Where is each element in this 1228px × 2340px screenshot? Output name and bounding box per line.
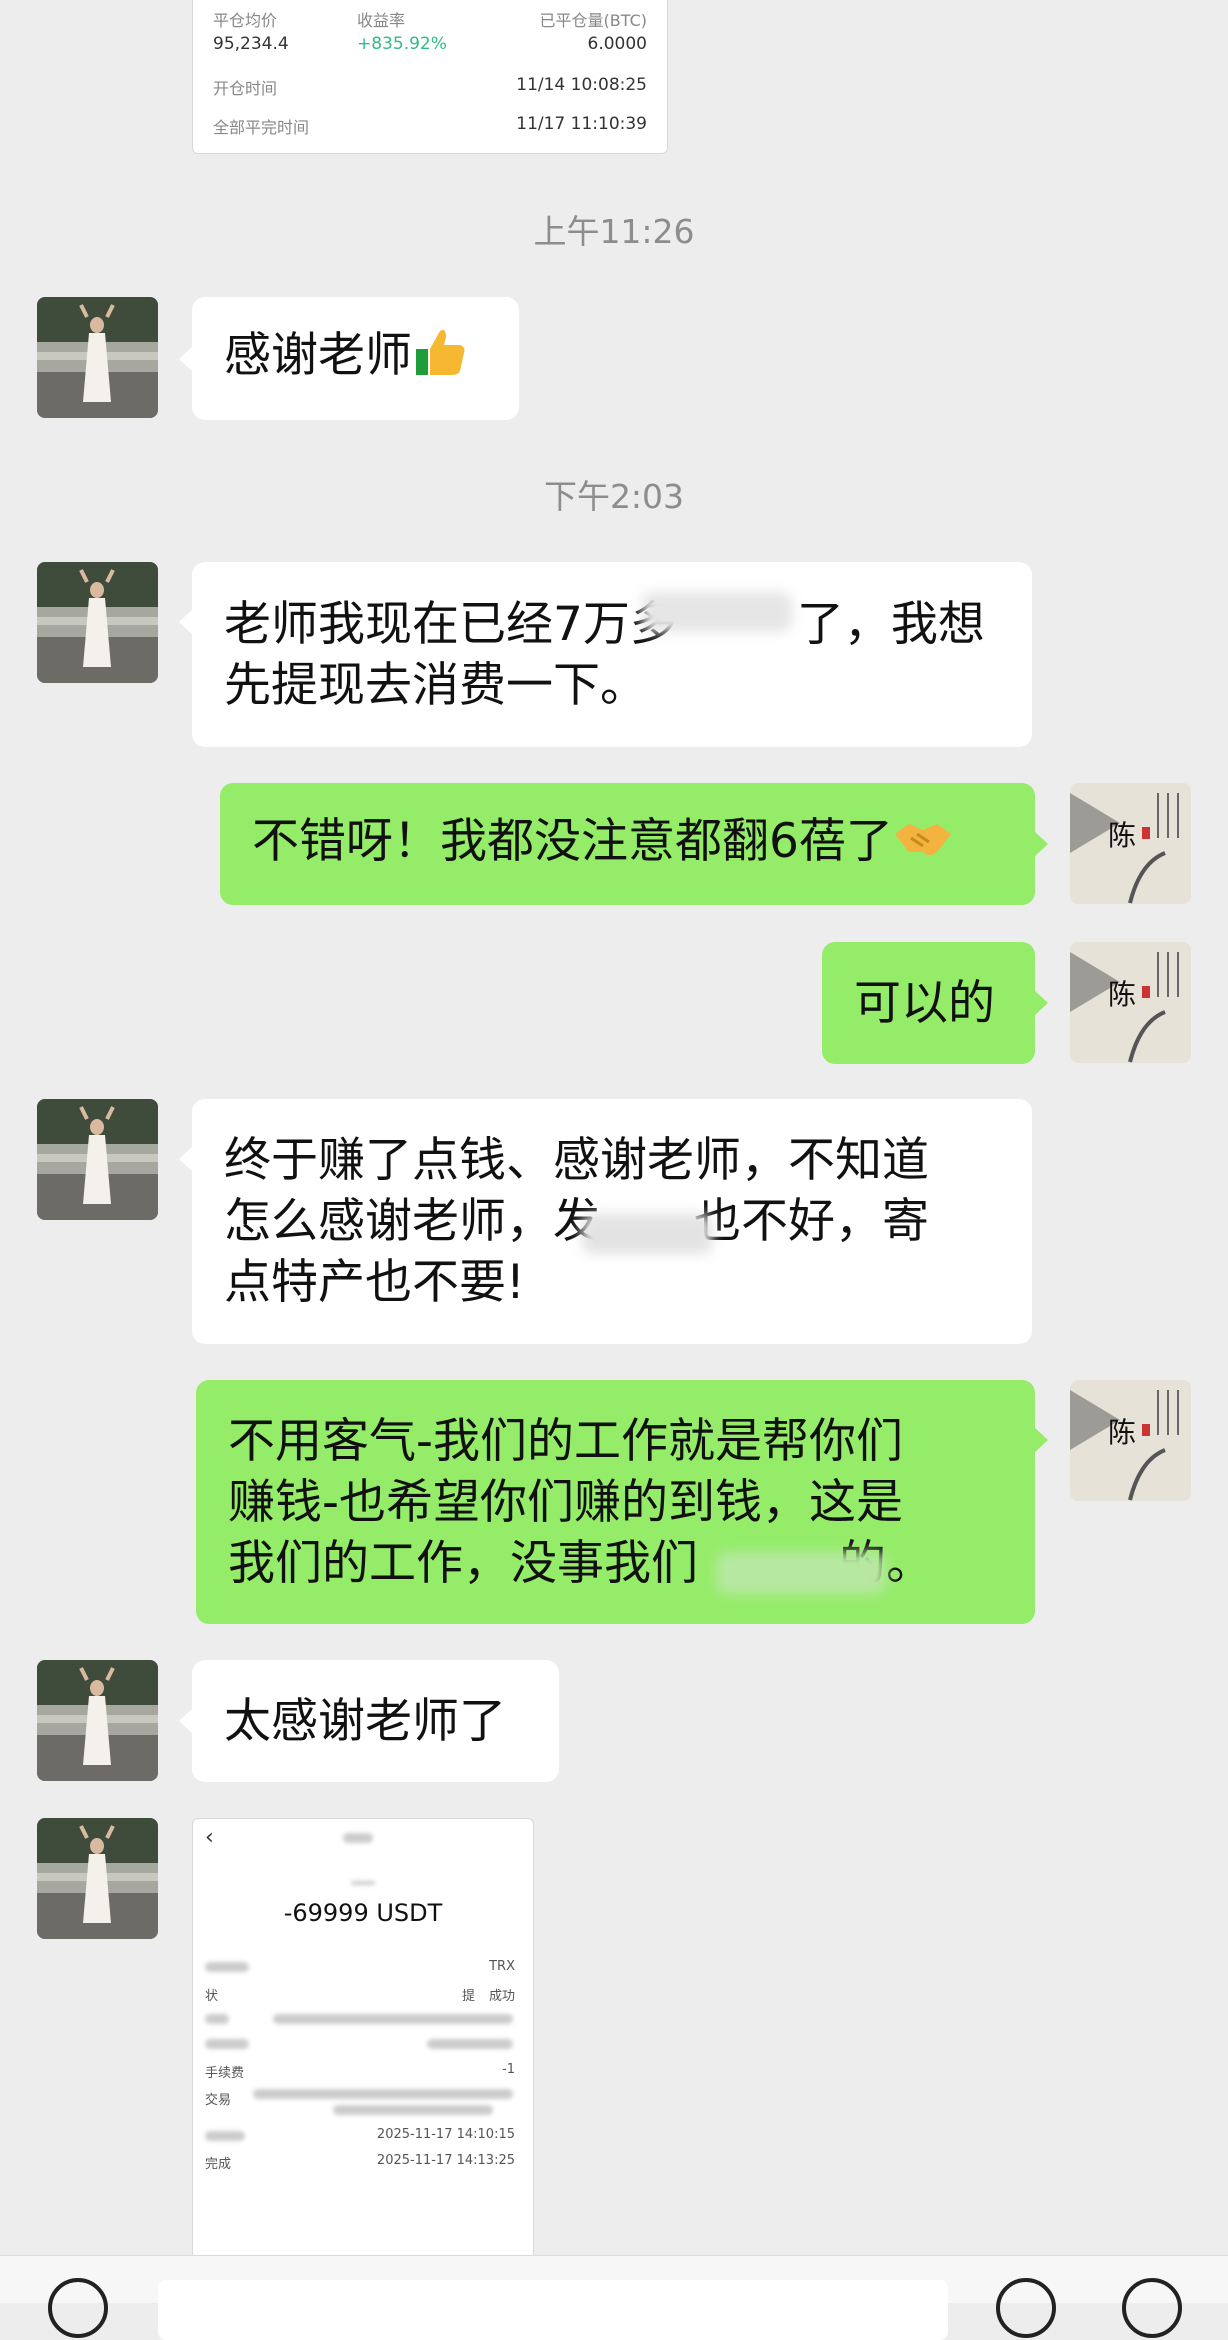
contact-avatar[interactable] [37, 1818, 158, 1939]
message-text: 可以的 [854, 975, 995, 1031]
message-text: 我们的工作，没事我们 [228, 1535, 698, 1591]
submit-time-value: 2025-11-17 14:10:15 [376, 2127, 515, 2142]
status-value: 提成功 [461, 1989, 515, 2004]
privacy-mask [582, 1214, 712, 1254]
my-avatar[interactable]: 陈 [1070, 942, 1191, 1063]
contact-avatar[interactable] [37, 1660, 158, 1781]
contact-avatar[interactable] [37, 297, 158, 418]
message-text: 也不好，寄 [694, 1194, 929, 1249]
my-avatar[interactable]: 陈 [1070, 1380, 1191, 1501]
message-text: 感谢老师 [224, 328, 412, 383]
yield-value: +835.92% [357, 34, 447, 54]
contact-avatar[interactable] [37, 562, 158, 683]
message-bubble-outgoing[interactable]: 可以的 [822, 942, 1048, 1064]
network-value: TRX [489, 1959, 515, 1974]
timestamp: 下午2:03 [543, 477, 685, 516]
withdrawal-receipt-image[interactable]: ‹ -69999 USDT TRX 状 提成功 手续费 -1 交易 2025-1… [192, 1818, 534, 2320]
contact-avatar-image [37, 1660, 158, 1781]
message-bubble-incoming[interactable]: 老师我现在已经7万多 了，我想 先提现去消费一下。 [179, 562, 1032, 747]
message-bubble-incoming[interactable]: 太感谢老师了 [179, 1660, 559, 1782]
closed-qty-label: 已平仓量(BTC) [539, 11, 647, 30]
svg-text:陈: 陈 [1108, 1416, 1136, 1449]
message-text: 先提现去消费一下。 [224, 657, 647, 713]
complete-time-value: 2025-11-17 14:13:25 [376, 2153, 515, 2168]
status-label: 状 [205, 1989, 219, 2004]
my-avatar-image: 陈 [1070, 783, 1191, 904]
contact-avatar-image [37, 562, 158, 683]
chevron-left-icon: ‹ [205, 1825, 214, 1850]
my-avatar-image: 陈 [1070, 1380, 1191, 1501]
message-text: 太感谢老师了 [224, 1693, 506, 1749]
input-bar [0, 2255, 1228, 2340]
thumbs-up-icon [412, 323, 468, 394]
closed-qty-value: 6.0000 [587, 34, 647, 54]
message-text: 不错呀！我都没注意都翻6蓓了 [252, 814, 893, 869]
privacy-mask [716, 1552, 886, 1594]
yield-label: 收益率 [357, 11, 406, 30]
message-bubble-outgoing[interactable]: 不用客气-我们的工作就是帮你们 赚钱-也希望你们赚的到钱，这是 我们的工作，没事… [196, 1380, 1048, 1624]
voice-button[interactable] [48, 2278, 108, 2338]
open-time-label: 开仓时间 [213, 79, 278, 98]
trade-record-card[interactable]: 平仓均价 收益率 已平仓量(BTC) 95,234.4 +835.92% 6.0… [192, 0, 668, 154]
contact-avatar-image [37, 297, 158, 418]
contact-avatar-image [37, 1818, 158, 1939]
message-text: 老师我现在已经7万多 [224, 596, 677, 652]
open-time-value: 11/14 10:08:25 [516, 75, 647, 95]
avg-close-price-value: 95,234.4 [213, 34, 289, 54]
avg-close-price-label: 平仓均价 [213, 11, 278, 30]
plus-button[interactable] [1122, 2278, 1182, 2338]
withdrawal-amount: -69999 USDT [283, 1899, 443, 1927]
tx-label: 交易 [205, 2093, 232, 2108]
fee-value: -1 [502, 2062, 515, 2077]
svg-text:陈: 陈 [1108, 819, 1136, 852]
message-bubble-incoming[interactable]: 感谢老师 [179, 297, 519, 420]
contact-avatar[interactable] [37, 1099, 158, 1220]
my-avatar-image: 陈 [1070, 942, 1191, 1063]
svg-text:陈: 陈 [1108, 978, 1136, 1011]
message-text: 赚钱-也希望你们赚的到钱，这是 [228, 1474, 903, 1530]
message-bubble-incoming[interactable]: 终于赚了点钱、感谢老师，不知道 怎么感谢老师，发 也不好，寄 点特产也不要! [179, 1099, 1032, 1344]
contact-avatar-image [37, 1099, 158, 1220]
message-text: 终于赚了点钱、感谢老师，不知道 [224, 1133, 929, 1188]
message-text: 了，我想 [796, 596, 985, 652]
privacy-mask [642, 592, 792, 632]
emoji-button[interactable] [996, 2278, 1056, 2338]
complete-label: 完成 [205, 2157, 232, 2172]
handshake-icon [893, 812, 953, 877]
message-text: 怎么感谢老师，发 [224, 1194, 600, 1249]
message-input[interactable] [158, 2280, 948, 2340]
close-time-label: 全部平完时间 [213, 118, 310, 137]
message-text: 不用客气-我们的工作就是帮你们 [228, 1413, 903, 1469]
close-time-value: 11/17 11:10:39 [516, 114, 647, 134]
timestamp: 上午11:26 [533, 212, 695, 251]
message-text: 点特产也不要! [224, 1255, 525, 1310]
my-avatar[interactable]: 陈 [1070, 783, 1191, 904]
fee-label: 手续费 [205, 2066, 245, 2081]
message-bubble-outgoing[interactable]: 不错呀！我都没注意都翻6蓓了 [220, 783, 1048, 905]
